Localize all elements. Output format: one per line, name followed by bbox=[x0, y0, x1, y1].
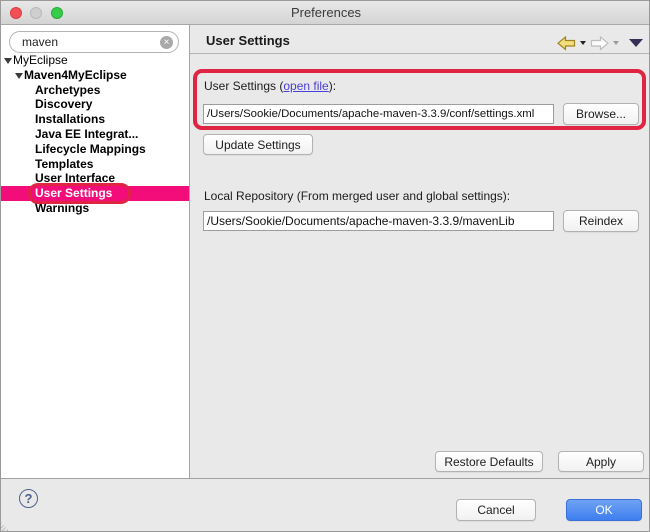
window-title: Preferences bbox=[1, 1, 650, 25]
title-bar: Preferences bbox=[1, 1, 650, 25]
reindex-button[interactable]: Reindex bbox=[563, 210, 639, 232]
tree-item-myeclipse[interactable]: MyEclipse bbox=[1, 53, 189, 68]
tree-item-java-ee-integration[interactable]: Java EE Integrat... bbox=[1, 127, 189, 142]
page-title: User Settings bbox=[206, 33, 290, 48]
tree-item-lifecycle-mappings[interactable]: Lifecycle Mappings bbox=[1, 142, 189, 157]
filter-searchbox[interactable]: × bbox=[9, 31, 179, 53]
resize-grip-icon[interactable] bbox=[1, 523, 11, 532]
tree-item-discovery[interactable]: Discovery bbox=[1, 97, 189, 112]
local-repository-label: Local Repository (From merged user and g… bbox=[204, 189, 510, 203]
user-settings-path-field[interactable]: /Users/Sookie/Documents/apache-maven-3.3… bbox=[203, 104, 554, 124]
back-history-dropdown-icon[interactable] bbox=[580, 41, 586, 45]
update-settings-button[interactable]: Update Settings bbox=[203, 134, 313, 155]
tree-item-user-interface[interactable]: User Interface bbox=[1, 171, 189, 186]
header-divider bbox=[190, 53, 650, 54]
back-arrow-icon[interactable] bbox=[557, 36, 576, 51]
clear-search-icon[interactable]: × bbox=[160, 36, 173, 49]
forward-history-dropdown-icon[interactable] bbox=[613, 41, 619, 45]
local-repository-path-field[interactable]: /Users/Sookie/Documents/apache-maven-3.3… bbox=[203, 211, 554, 231]
preferences-window: Preferences × MyEclipse Maven4MyEclipse … bbox=[0, 0, 650, 532]
apply-button[interactable]: Apply bbox=[558, 451, 644, 472]
tree-item-user-settings[interactable]: User Settings bbox=[1, 186, 189, 201]
user-settings-page: User Settings User Settings (open file):… bbox=[190, 25, 650, 478]
tree-item-installations[interactable]: Installations bbox=[1, 112, 189, 127]
view-menu-icon[interactable] bbox=[629, 39, 643, 47]
ok-button[interactable]: OK bbox=[566, 499, 642, 521]
search-input[interactable] bbox=[22, 33, 152, 51]
preferences-sidebar: × MyEclipse Maven4MyEclipse Archetypes D… bbox=[1, 25, 189, 478]
page-navigation bbox=[557, 34, 643, 52]
dialog-footer: ? Cancel OK bbox=[1, 479, 650, 532]
tree-item-archetypes[interactable]: Archetypes bbox=[1, 83, 189, 98]
help-icon[interactable]: ? bbox=[19, 489, 38, 508]
open-file-link[interactable]: open file bbox=[283, 79, 328, 93]
forward-arrow-icon[interactable] bbox=[590, 36, 609, 51]
tree-item-maven4myeclipse[interactable]: Maven4MyEclipse bbox=[1, 68, 189, 83]
tree-item-warnings[interactable]: Warnings bbox=[1, 201, 189, 216]
cancel-button[interactable]: Cancel bbox=[456, 499, 536, 521]
collapse-triangle-icon[interactable] bbox=[4, 58, 12, 64]
user-settings-label: User Settings (open file): bbox=[204, 79, 336, 93]
browse-button[interactable]: Browse... bbox=[563, 103, 639, 125]
restore-defaults-button[interactable]: Restore Defaults bbox=[435, 451, 543, 472]
collapse-triangle-icon[interactable] bbox=[15, 73, 23, 79]
tree-item-templates[interactable]: Templates bbox=[1, 157, 189, 172]
